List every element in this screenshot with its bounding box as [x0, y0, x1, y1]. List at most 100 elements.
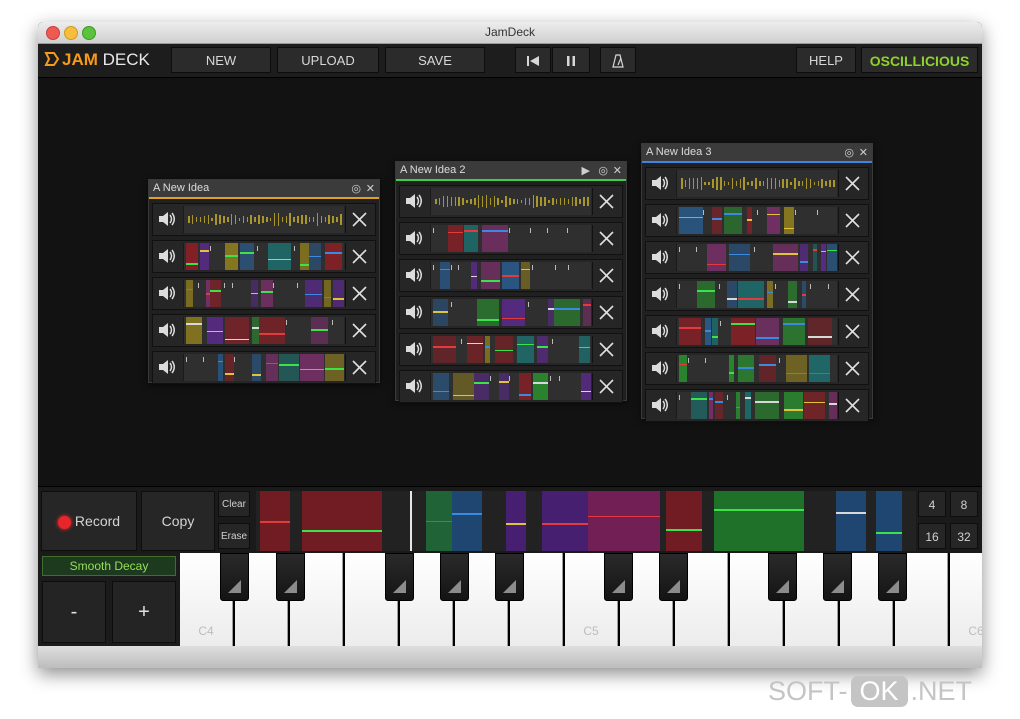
track-row[interactable]	[645, 352, 869, 385]
remove-track-button[interactable]	[838, 318, 866, 345]
help-button[interactable]: HELP	[796, 47, 856, 73]
remove-track-button[interactable]	[345, 354, 373, 381]
preset-selector[interactable]: Smooth Decay	[42, 556, 176, 576]
new-button[interactable]: NEW	[171, 47, 271, 73]
grid-32-button[interactable]: 32	[950, 523, 978, 549]
remove-track-button[interactable]	[345, 206, 373, 233]
track-row[interactable]	[399, 296, 623, 329]
remove-track-button[interactable]	[592, 262, 620, 289]
octave-up-button[interactable]: +	[112, 581, 176, 643]
track-row[interactable]	[399, 185, 623, 218]
track-clip[interactable]	[183, 280, 344, 307]
speaker-icon[interactable]	[157, 321, 177, 339]
speaker-icon[interactable]	[157, 284, 177, 302]
clear-button[interactable]: Clear	[218, 491, 250, 517]
record-button[interactable]: Record	[41, 491, 137, 551]
idea-header-1[interactable]: A New Idea ◎ ✕	[149, 180, 379, 199]
speaker-icon[interactable]	[650, 211, 670, 229]
speaker-icon[interactable]	[157, 358, 177, 376]
speaker-icon[interactable]	[404, 340, 424, 358]
track-row[interactable]	[152, 314, 376, 347]
piano-key-g-sharp-5[interactable]	[823, 553, 852, 601]
speaker-icon[interactable]	[650, 174, 670, 192]
track-row[interactable]	[399, 370, 623, 403]
remove-track-button[interactable]	[345, 280, 373, 307]
track-clip[interactable]	[430, 336, 591, 363]
metronome-button[interactable]	[600, 47, 636, 73]
track-clip[interactable]	[676, 318, 837, 345]
remove-track-button[interactable]	[345, 317, 373, 344]
track-row[interactable]	[645, 389, 869, 422]
oscillicious-link[interactable]: OSCILLICIOUS	[861, 47, 978, 73]
piano-key-d-sharp-4[interactable]	[276, 553, 305, 601]
idea-panel-2[interactable]: A New Idea 2 ▶ ◎ ✕	[395, 161, 627, 403]
idea-panel-1[interactable]: A New Idea ◎ ✕	[148, 179, 380, 384]
track-row[interactable]	[645, 278, 869, 311]
speaker-icon[interactable]	[650, 359, 670, 377]
track-clip[interactable]	[676, 207, 837, 234]
speaker-icon[interactable]	[650, 285, 670, 303]
remove-track-button[interactable]	[838, 392, 866, 419]
track-clip[interactable]	[430, 299, 591, 326]
speaker-icon[interactable]	[404, 303, 424, 321]
remove-track-button[interactable]	[838, 355, 866, 382]
speaker-icon[interactable]	[157, 210, 177, 228]
track-row[interactable]	[399, 222, 623, 255]
track-row[interactable]	[399, 333, 623, 366]
remove-track-button[interactable]	[838, 170, 866, 197]
upload-button[interactable]: UPLOAD	[277, 47, 379, 73]
grid-8-button[interactable]: 8	[950, 491, 978, 517]
piano-key-c-sharp-4[interactable]	[220, 553, 249, 601]
track-clip[interactable]	[676, 392, 837, 419]
remove-track-button[interactable]	[838, 207, 866, 234]
track-row[interactable]	[152, 277, 376, 310]
track-clip[interactable]	[676, 244, 837, 271]
piano-key-d-sharp-5[interactable]	[659, 553, 688, 601]
copy-button[interactable]: Copy	[141, 491, 215, 551]
remove-track-button[interactable]	[592, 225, 620, 252]
idea-header-3[interactable]: A New Idea 3 ◎ ✕	[642, 144, 872, 163]
speaker-icon[interactable]	[650, 396, 670, 414]
piano-key-g-sharp-4[interactable]	[440, 553, 469, 601]
speaker-icon[interactable]	[404, 266, 424, 284]
piano-key-c6[interactable]: C6	[950, 553, 982, 646]
remove-track-button[interactable]	[592, 373, 620, 400]
pattern-overview[interactable]	[256, 491, 916, 551]
track-clip[interactable]	[676, 170, 837, 197]
track-clip[interactable]	[183, 354, 344, 381]
track-row[interactable]	[645, 315, 869, 348]
speaker-icon[interactable]	[404, 377, 424, 395]
speaker-icon[interactable]	[157, 247, 177, 265]
grid-16-button[interactable]: 16	[918, 523, 946, 549]
erase-button[interactable]: Erase	[218, 523, 250, 549]
close-icon[interactable]: ✕	[859, 145, 868, 162]
remove-track-button[interactable]	[345, 243, 373, 270]
speaker-icon[interactable]	[650, 322, 670, 340]
remove-track-button[interactable]	[592, 188, 620, 215]
track-row[interactable]	[645, 241, 869, 274]
remove-track-button[interactable]	[592, 299, 620, 326]
track-clip[interactable]	[430, 262, 591, 289]
idea-panel-3[interactable]: A New Idea 3 ◎ ✕	[641, 143, 873, 422]
piano-key-a-sharp-5[interactable]	[878, 553, 907, 601]
solo-icon[interactable]: ◎	[844, 145, 854, 162]
track-row[interactable]	[152, 203, 376, 236]
track-clip[interactable]	[676, 355, 837, 382]
remove-track-button[interactable]	[838, 244, 866, 271]
pause-button[interactable]	[552, 47, 590, 73]
track-row[interactable]	[399, 259, 623, 292]
track-clip[interactable]	[183, 243, 344, 270]
close-icon[interactable]: ✕	[366, 181, 375, 198]
piano-key-c-sharp-5[interactable]	[604, 553, 633, 601]
piano-key-f-sharp-4[interactable]	[385, 553, 414, 601]
track-row[interactable]	[645, 167, 869, 200]
piano-key-a-sharp-4[interactable]	[495, 553, 524, 601]
speaker-icon[interactable]	[404, 192, 424, 210]
remove-track-button[interactable]	[838, 281, 866, 308]
octave-down-button[interactable]: -	[42, 581, 106, 643]
track-clip[interactable]	[430, 225, 591, 252]
track-clip[interactable]	[430, 373, 591, 400]
track-clip[interactable]	[183, 206, 344, 233]
track-clip[interactable]	[676, 281, 837, 308]
speaker-icon[interactable]	[650, 248, 670, 266]
